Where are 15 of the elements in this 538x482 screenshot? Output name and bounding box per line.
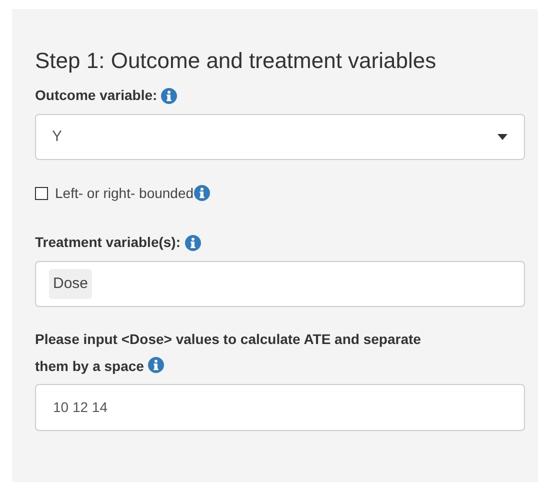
checkbox[interactable] — [35, 186, 48, 200]
field-label: Treatment variable(s): — [35, 233, 180, 252]
caret-icon — [497, 134, 508, 140]
section-title: Step 1: Outcome and treatment variables — [35, 47, 436, 75]
info-icon[interactable] — [148, 357, 164, 373]
info-icon[interactable] — [184, 234, 200, 250]
checkbox-label: Left- or right- bounded — [55, 184, 194, 203]
info-icon[interactable] — [194, 185, 210, 201]
values-input[interactable]: 10 12 14 — [35, 384, 525, 431]
field-label: Please input <Dose> values to calculate ATE and separate them by a space — [35, 330, 422, 376]
field-label: Outcome variable: — [35, 86, 158, 105]
tag[interactable]: Dose — [49, 268, 92, 300]
outcome-select[interactable]: Y — [35, 114, 525, 160]
treatment-field[interactable]: Dose — [35, 261, 525, 307]
info-icon[interactable] — [161, 88, 178, 104]
